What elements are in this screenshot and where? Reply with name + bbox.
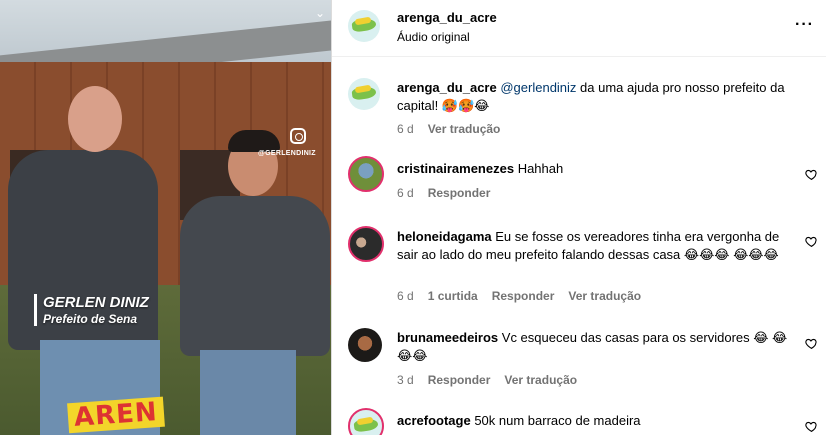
instagram-icon: [290, 128, 306, 144]
heart-icon[interactable]: [805, 420, 818, 433]
avatar[interactable]: [348, 156, 384, 192]
heart-icon[interactable]: [805, 168, 818, 181]
more-icon[interactable]: ···: [795, 16, 814, 34]
comment-meta: 3 d Responder Ver tradução: [397, 373, 577, 387]
comment-meta: 6 d Responder: [397, 186, 490, 200]
comment-username[interactable]: acrefootage: [397, 413, 471, 428]
reply-button[interactable]: Responder: [428, 186, 491, 200]
comment-text: cristinairamenezes Hahhah: [397, 160, 795, 178]
person-right-hair: [228, 130, 280, 152]
comment-time[interactable]: 6 d: [397, 289, 414, 303]
caption-meta: 6 d Ver tradução: [397, 122, 500, 136]
avatar[interactable]: [348, 408, 384, 435]
reply-button[interactable]: Responder: [492, 289, 555, 303]
comment-username[interactable]: brunameedeiros: [397, 330, 498, 345]
avatar[interactable]: [348, 10, 380, 42]
post-viewer: @GERLENDINIZ GERLEN DINIZ Prefeito de Se…: [0, 0, 826, 435]
translate-link[interactable]: Ver tradução: [428, 122, 501, 136]
person-right-body: [180, 196, 330, 356]
comment-meta: 6 d 1 curtida Responder Ver tradução: [397, 289, 641, 303]
chevron-down-icon[interactable]: ⌄: [315, 6, 327, 20]
header-username[interactable]: arenga_du_acre: [397, 10, 497, 25]
likes-count[interactable]: 1 curtida: [428, 289, 478, 303]
caption-time[interactable]: 6 d: [397, 122, 414, 136]
post-media[interactable]: @GERLENDINIZ GERLEN DINIZ Prefeito de Se…: [0, 0, 331, 435]
avatar[interactable]: [348, 328, 382, 362]
comment-text: brunameedeiros Vc esqueceu das casas par…: [397, 329, 795, 365]
person-left-head: [68, 86, 122, 152]
avatar[interactable]: [348, 78, 380, 110]
lower-third: GERLEN DINIZ Prefeito de Sena: [34, 294, 149, 326]
reply-button[interactable]: Responder: [428, 373, 491, 387]
comment-time[interactable]: 3 d: [397, 373, 414, 387]
audio-label[interactable]: Áudio original: [397, 30, 470, 44]
comment-time[interactable]: 6 d: [397, 186, 414, 200]
comment-text: acrefootage 50k num barraco de madeira: [397, 412, 795, 430]
translate-link[interactable]: Ver tradução: [568, 289, 641, 303]
avatar[interactable]: [348, 226, 384, 262]
translate-link[interactable]: Ver tradução: [504, 373, 577, 387]
heart-icon[interactable]: [805, 337, 818, 350]
caption-mention[interactable]: @gerlendiniz: [500, 80, 576, 95]
comments-panel[interactable]: arenga_du_acre Áudio original ··· arenga…: [332, 0, 826, 435]
heart-icon[interactable]: [805, 235, 818, 248]
comment-text: heloneidagama Eu se fosse os vereadores …: [397, 228, 795, 264]
caption-text: arenga_du_acre @gerlendiniz da uma ajuda…: [397, 79, 795, 115]
comment-username[interactable]: cristinairamenezes: [397, 161, 514, 176]
comment-body: 50k num barraco de madeira: [470, 413, 641, 428]
post-header: arenga_du_acre Áudio original ···: [332, 0, 826, 57]
watermark-handle: @GERLENDINIZ: [258, 150, 316, 157]
overlay-name: GERLEN DINIZ: [43, 294, 149, 311]
person-right-legs: [200, 350, 296, 435]
comment-username[interactable]: heloneidagama: [397, 229, 492, 244]
overlay-role: Prefeito de Sena: [43, 312, 138, 326]
caption-username[interactable]: arenga_du_acre: [397, 80, 497, 95]
comment-body: Hahhah: [514, 161, 564, 176]
